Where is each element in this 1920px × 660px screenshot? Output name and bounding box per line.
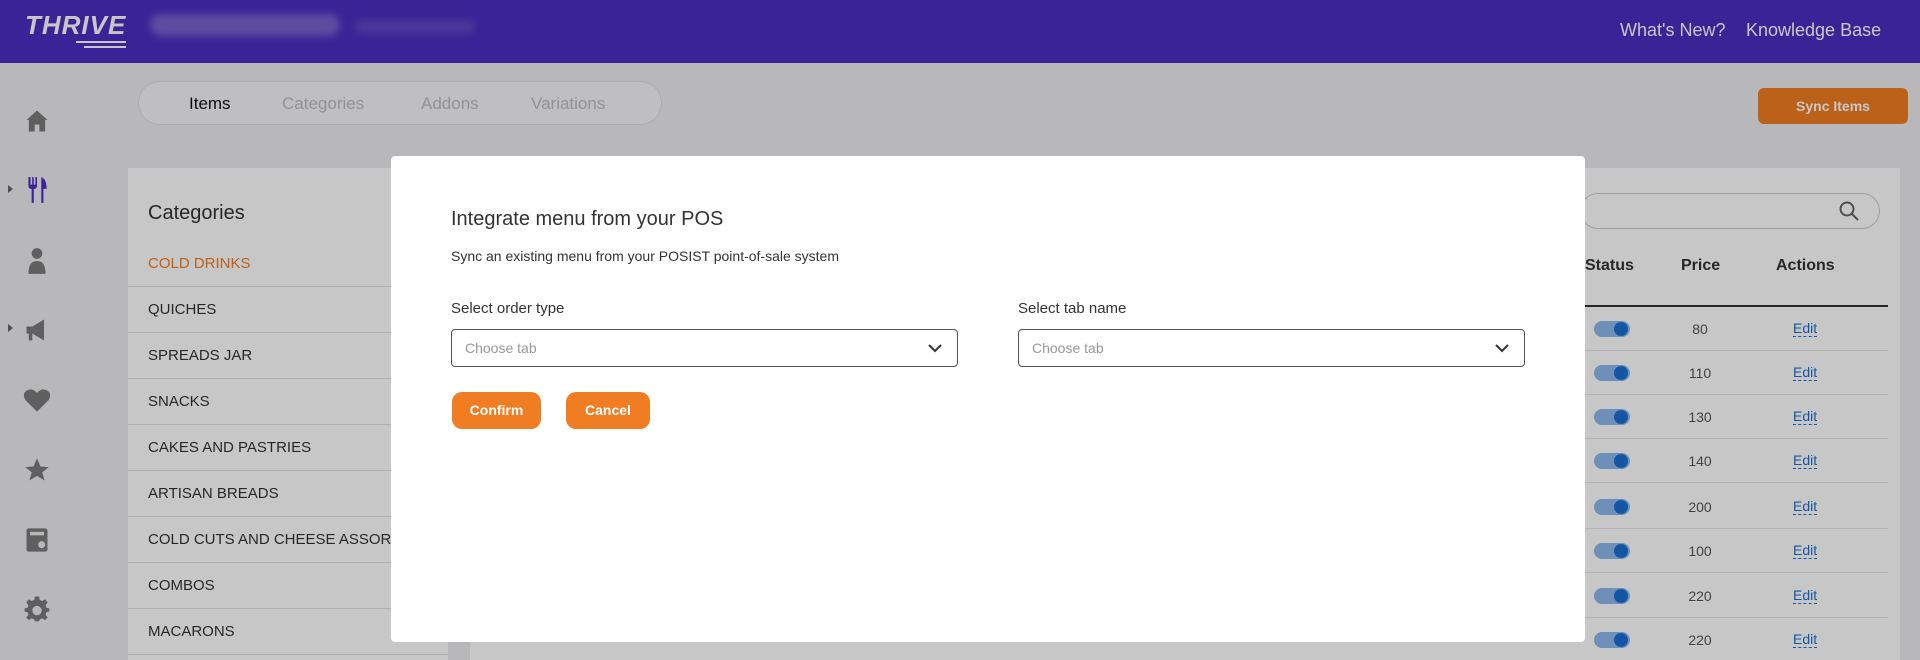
tab-name-placeholder: Choose tab [1032,340,1104,356]
cancel-button[interactable]: Cancel [566,392,650,429]
order-type-placeholder: Choose tab [465,340,537,356]
integrate-menu-modal: Integrate menu from your POS Sync an exi… [391,156,1585,642]
chevron-down-icon [1495,344,1509,353]
order-type-select[interactable]: Choose tab [451,329,958,367]
modal-title: Integrate menu from your POS [451,208,724,230]
tab-name-select[interactable]: Choose tab [1018,329,1525,367]
modal-subtitle: Sync an existing menu from your POSIST p… [451,248,840,264]
tab-name-label: Select tab name [1018,300,1127,317]
confirm-button[interactable]: Confirm [452,392,541,429]
order-type-label: Select order type [451,300,565,317]
chevron-down-icon [928,344,942,353]
